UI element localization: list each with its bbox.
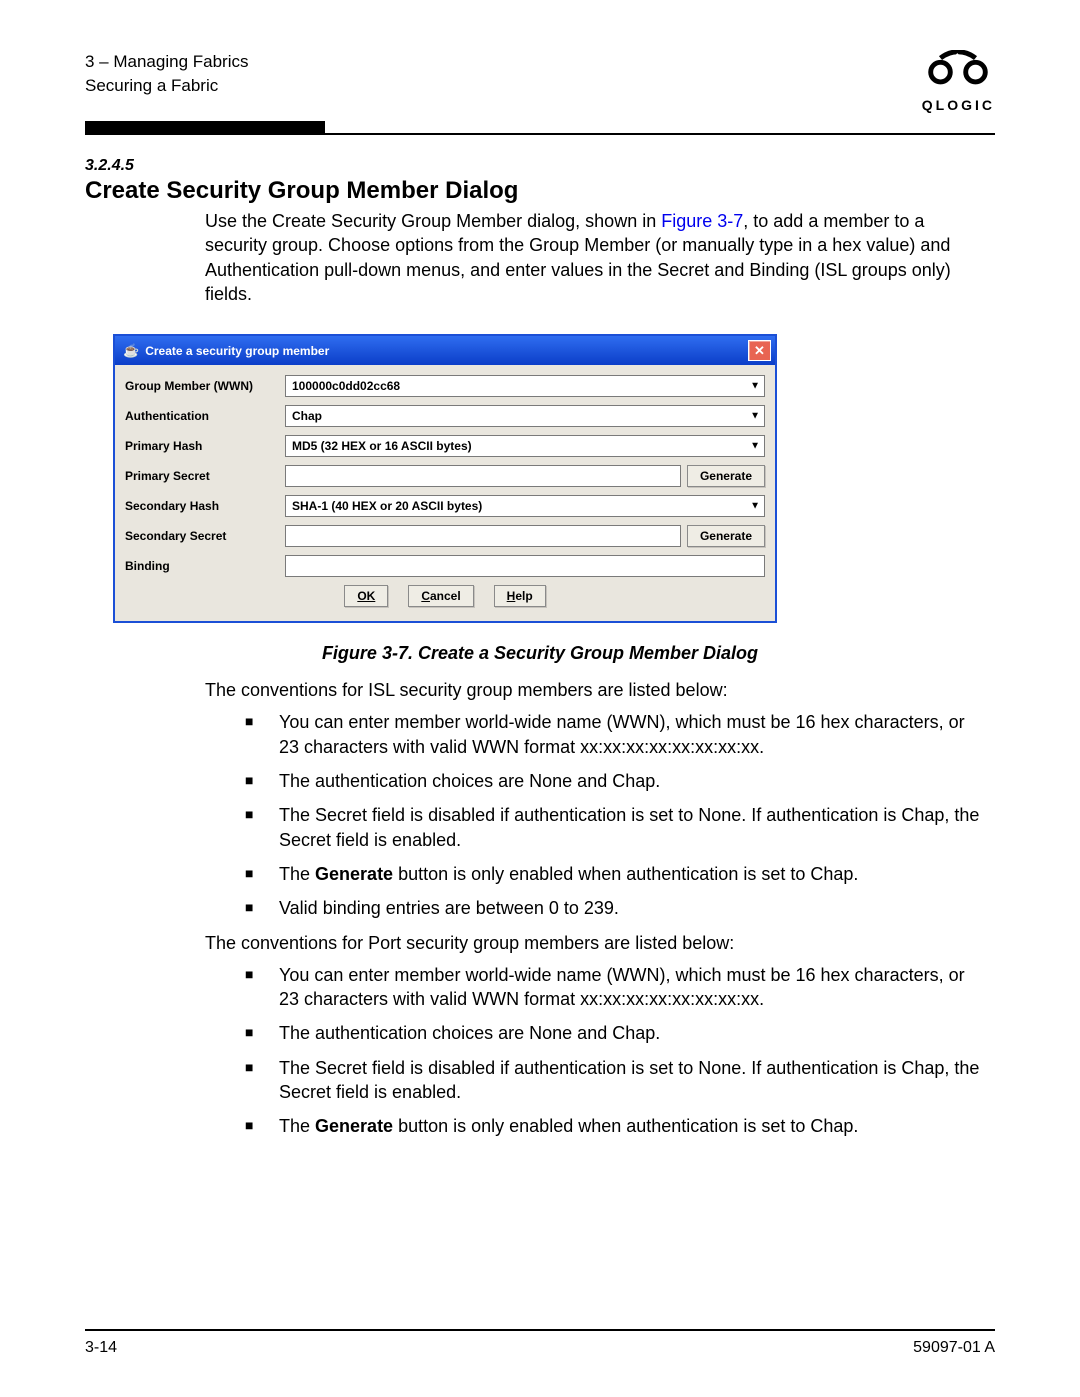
label-binding: Binding xyxy=(125,559,285,573)
label-secondary-secret: Secondary Secret xyxy=(125,529,285,543)
secondary-hash-value: SHA-1 (40 HEX or 20 ASCII bytes) xyxy=(292,499,482,513)
page-header: 3 – Managing Fabrics Securing a Fabric Q… xyxy=(85,50,995,113)
list-item: The Secret field is disabled if authenti… xyxy=(245,803,985,852)
dialog-titlebar: ☕ Create a security group member ✕ xyxy=(115,336,775,365)
label-group-member: Group Member (WWN) xyxy=(125,379,285,393)
label-authentication: Authentication xyxy=(125,409,285,423)
chevron-down-icon: ▼ xyxy=(750,381,760,392)
doc-id: 59097-01 A xyxy=(913,1339,995,1357)
header-line1: 3 – Managing Fabrics xyxy=(85,50,248,74)
header-rule xyxy=(85,121,995,135)
brand-block: QLOGIC xyxy=(922,50,995,113)
secondary-secret-input[interactable] xyxy=(285,525,681,547)
primary-secret-input[interactable] xyxy=(285,465,681,487)
primary-hash-combo[interactable]: MD5 (32 HEX or 16 ASCII bytes) ▼ xyxy=(285,435,765,457)
list-item: The Generate button is only enabled when… xyxy=(245,1114,985,1138)
dialog-figure: ☕ Create a security group member ✕ Group… xyxy=(113,334,995,623)
ok-button[interactable]: OK xyxy=(344,585,388,607)
close-button[interactable]: ✕ xyxy=(748,340,771,361)
authentication-value: Chap xyxy=(292,409,322,423)
list-item: The authentication choices are None and … xyxy=(245,1021,985,1045)
dialog-title: Create a security group member xyxy=(145,344,329,358)
header-line2: Securing a Fabric xyxy=(85,74,248,98)
list-item: You can enter member world-wide name (WW… xyxy=(245,963,985,1012)
section-intro: Use the Create Security Group Member dia… xyxy=(205,209,985,306)
generate-secondary-button[interactable]: Generate xyxy=(687,525,765,547)
brand-text: QLOGIC xyxy=(922,97,995,113)
list-item: The Generate button is only enabled when… xyxy=(245,862,985,886)
dialog-form: Group Member (WWN) 100000c0dd02cc68 ▼ Au… xyxy=(115,365,775,621)
primary-hash-value: MD5 (32 HEX or 16 ASCII bytes) xyxy=(292,439,472,453)
section-title: Create Security Group Member Dialog xyxy=(85,177,995,205)
close-icon: ✕ xyxy=(754,343,765,359)
list-item: The authentication choices are None and … xyxy=(245,769,985,793)
list-item: You can enter member world-wide name (WW… xyxy=(245,710,985,759)
chevron-down-icon: ▼ xyxy=(750,441,760,452)
page-footer: 3-14 59097-01 A xyxy=(85,1329,995,1357)
section-number: 3.2.4.5 xyxy=(85,157,995,175)
page-number: 3-14 xyxy=(85,1339,117,1357)
qlogic-logo-icon xyxy=(923,50,993,90)
secondary-hash-combo[interactable]: SHA-1 (40 HEX or 20 ASCII bytes) ▼ xyxy=(285,495,765,517)
security-group-member-dialog: ☕ Create a security group member ✕ Group… xyxy=(113,334,777,623)
intro-pre: Use the Create Security Group Member dia… xyxy=(205,211,661,231)
generate-primary-button[interactable]: Generate xyxy=(687,465,765,487)
list-item: The Secret field is disabled if authenti… xyxy=(245,1056,985,1105)
figure-caption: Figure 3-7. Create a Security Group Memb… xyxy=(85,643,995,664)
java-icon: ☕ xyxy=(123,343,139,359)
isl-bullet-list: You can enter member world-wide name (WW… xyxy=(245,710,985,920)
group-member-combo[interactable]: 100000c0dd02cc68 ▼ xyxy=(285,375,765,397)
help-button[interactable]: Help xyxy=(494,585,546,607)
figure-ref-link[interactable]: Figure 3-7 xyxy=(661,211,743,231)
label-primary-hash: Primary Hash xyxy=(125,439,285,453)
chevron-down-icon: ▼ xyxy=(750,411,760,422)
list-item: Valid binding entries are between 0 to 2… xyxy=(245,896,985,920)
chevron-down-icon: ▼ xyxy=(750,501,760,512)
port-intro: The conventions for Port security group … xyxy=(205,931,985,955)
isl-intro: The conventions for ISL security group m… xyxy=(205,678,985,702)
group-member-value: 100000c0dd02cc68 xyxy=(292,379,400,393)
port-bullet-list: You can enter member world-wide name (WW… xyxy=(245,963,985,1139)
label-primary-secret: Primary Secret xyxy=(125,469,285,483)
cancel-button[interactable]: Cancel xyxy=(408,585,473,607)
label-secondary-hash: Secondary Hash xyxy=(125,499,285,513)
binding-input[interactable] xyxy=(285,555,765,577)
header-breadcrumb: 3 – Managing Fabrics Securing a Fabric xyxy=(85,50,248,98)
authentication-combo[interactable]: Chap ▼ xyxy=(285,405,765,427)
